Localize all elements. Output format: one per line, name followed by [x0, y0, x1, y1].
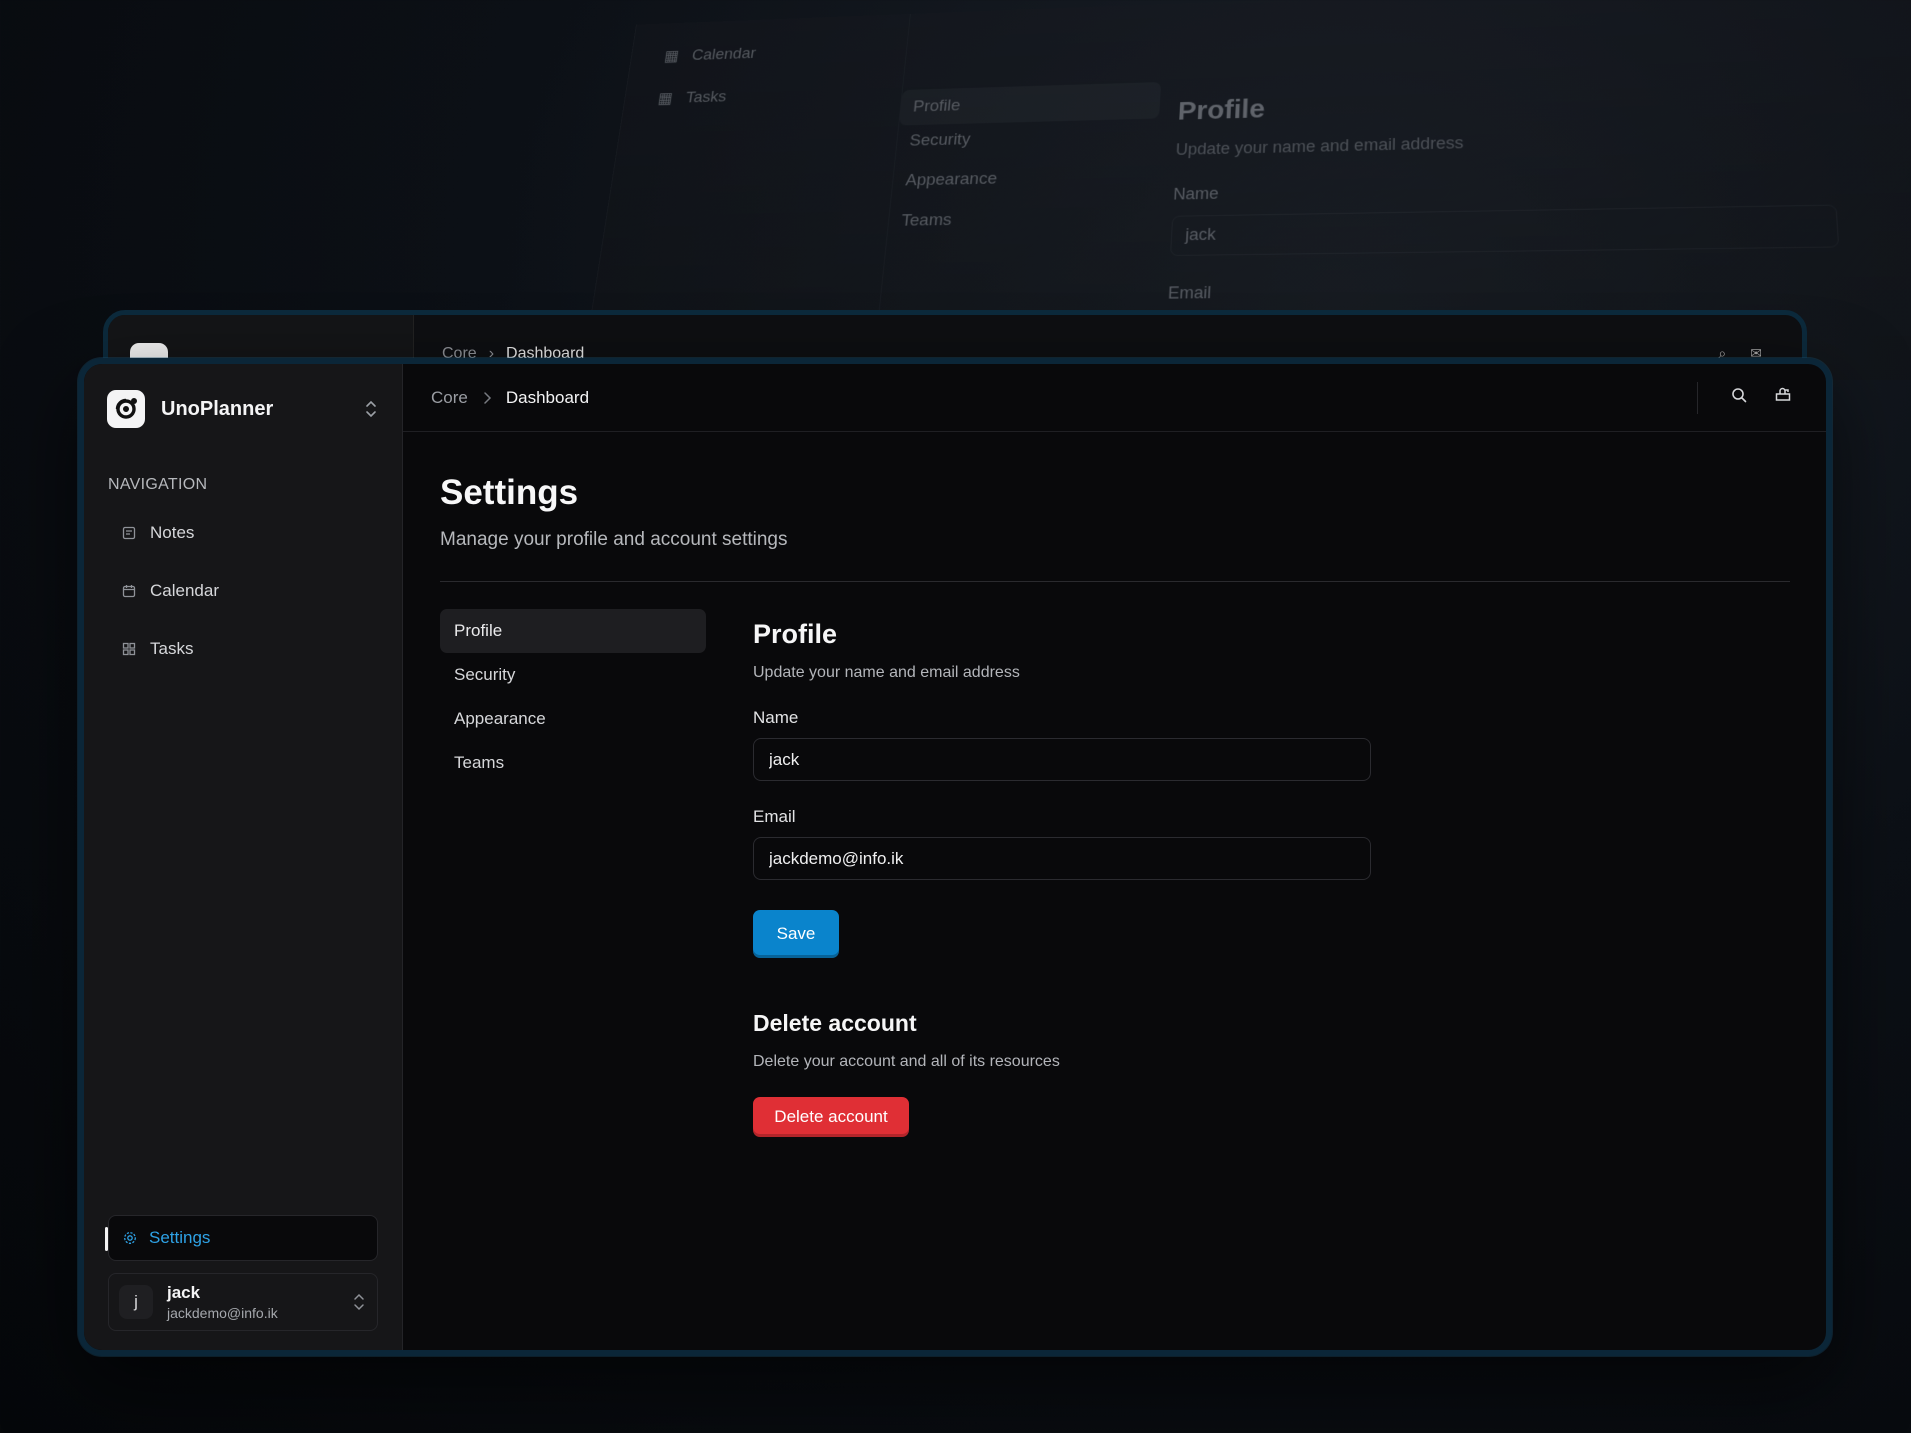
ghost-tasks-icon: ▦ [656, 89, 674, 108]
topbar-actions [1730, 386, 1792, 404]
ghost-menu-teams: Teams [900, 211, 952, 231]
search-icon[interactable] [1730, 386, 1748, 404]
settings-menu: Profile Security Appearance Teams [440, 609, 706, 785]
breadcrumb: Core Dashboard [431, 388, 589, 408]
email-field[interactable] [753, 837, 1371, 880]
user-email: jackdemo@info.ik [167, 1305, 339, 1321]
user-menu[interactable]: j jack jackdemo@info.ik [108, 1273, 378, 1331]
breadcrumb-core[interactable]: Core [431, 388, 468, 408]
page-divider [440, 581, 1790, 582]
chevron-up-down-icon [365, 399, 377, 419]
sidebar-item-calendar[interactable]: Calendar [108, 562, 378, 620]
profile-title: Profile [753, 619, 1373, 650]
workspace-switcher[interactable]: UnoPlanner [107, 390, 377, 428]
email-label: Email [753, 807, 1373, 827]
app-window: UnoPlanner NAVIGATION Notes Calendar Tas… [78, 358, 1832, 1356]
ghost-calendar-icon: ▦ [663, 47, 680, 66]
name-field[interactable] [753, 738, 1371, 781]
chevron-up-down-icon [353, 1292, 365, 1312]
ghost-name-input: jack [1170, 205, 1839, 256]
app-logo-icon [107, 390, 145, 428]
ghost-email-label: Email [1167, 283, 1211, 303]
avatar: j [119, 1285, 153, 1319]
page-subtitle: Manage your profile and account settings [440, 529, 788, 551]
profile-subtitle: Update your name and email address [753, 664, 1373, 682]
user-name: jack [167, 1283, 339, 1303]
app-name: UnoPlanner [161, 398, 349, 421]
ghost-menu-appearance: Appearance [905, 169, 998, 190]
sidebar-item-tasks[interactable]: Tasks [108, 620, 378, 678]
chevron-right-icon [482, 391, 492, 405]
sidebar-item-label: Settings [149, 1228, 210, 1248]
delete-account-subtitle: Delete your account and all of its resou… [753, 1053, 1373, 1071]
ghost-menu-profile: Profile [899, 82, 1161, 125]
delete-account-title: Delete account [753, 1010, 1373, 1037]
sidebar-item-notes[interactable]: Notes [108, 504, 378, 562]
sidebar-item-label: Calendar [150, 581, 219, 601]
ghost-title: Profile [1177, 94, 1265, 126]
tab-appearance[interactable]: Appearance [440, 697, 706, 741]
ghost-nav-calendar: ▦ Calendar [663, 44, 757, 66]
topbar: Core Dashboard [403, 364, 1826, 432]
page-title: Settings [440, 473, 578, 513]
profile-section: Profile Update your name and email addre… [753, 619, 1373, 1137]
tasks-icon [122, 642, 136, 656]
notification-icon[interactable] [1774, 386, 1792, 404]
tab-teams[interactable]: Teams [440, 741, 706, 785]
gear-icon [123, 1231, 137, 1245]
ghost-subtitle: Update your name and email address [1175, 134, 1463, 160]
tab-security[interactable]: Security [440, 653, 706, 697]
nav-heading: NAVIGATION [108, 476, 207, 494]
notes-icon [122, 526, 136, 540]
sidebar-item-settings[interactable]: Settings [108, 1215, 378, 1261]
ghost-menu-security: Security [909, 130, 971, 150]
save-button[interactable]: Save [753, 910, 839, 958]
main-content: Core Dashboard Settings Manage your prof… [403, 364, 1826, 1350]
sidebar-item-label: Notes [150, 523, 194, 543]
sidebar-item-label: Tasks [150, 639, 193, 659]
calendar-icon [122, 584, 136, 598]
ghost-name-label: Name [1173, 184, 1219, 204]
ghost-nav-tasks: ▦ Tasks [656, 87, 727, 108]
name-label: Name [753, 708, 1373, 728]
topbar-divider [1697, 382, 1698, 414]
sidebar: UnoPlanner NAVIGATION Notes Calendar Tas… [84, 364, 403, 1350]
breadcrumb-current: Dashboard [506, 388, 589, 408]
delete-account-button[interactable]: Delete account [753, 1097, 909, 1137]
sidebar-nav: Notes Calendar Tasks [108, 504, 378, 678]
user-info: jack jackdemo@info.ik [167, 1283, 339, 1321]
tab-profile[interactable]: Profile [440, 609, 706, 653]
